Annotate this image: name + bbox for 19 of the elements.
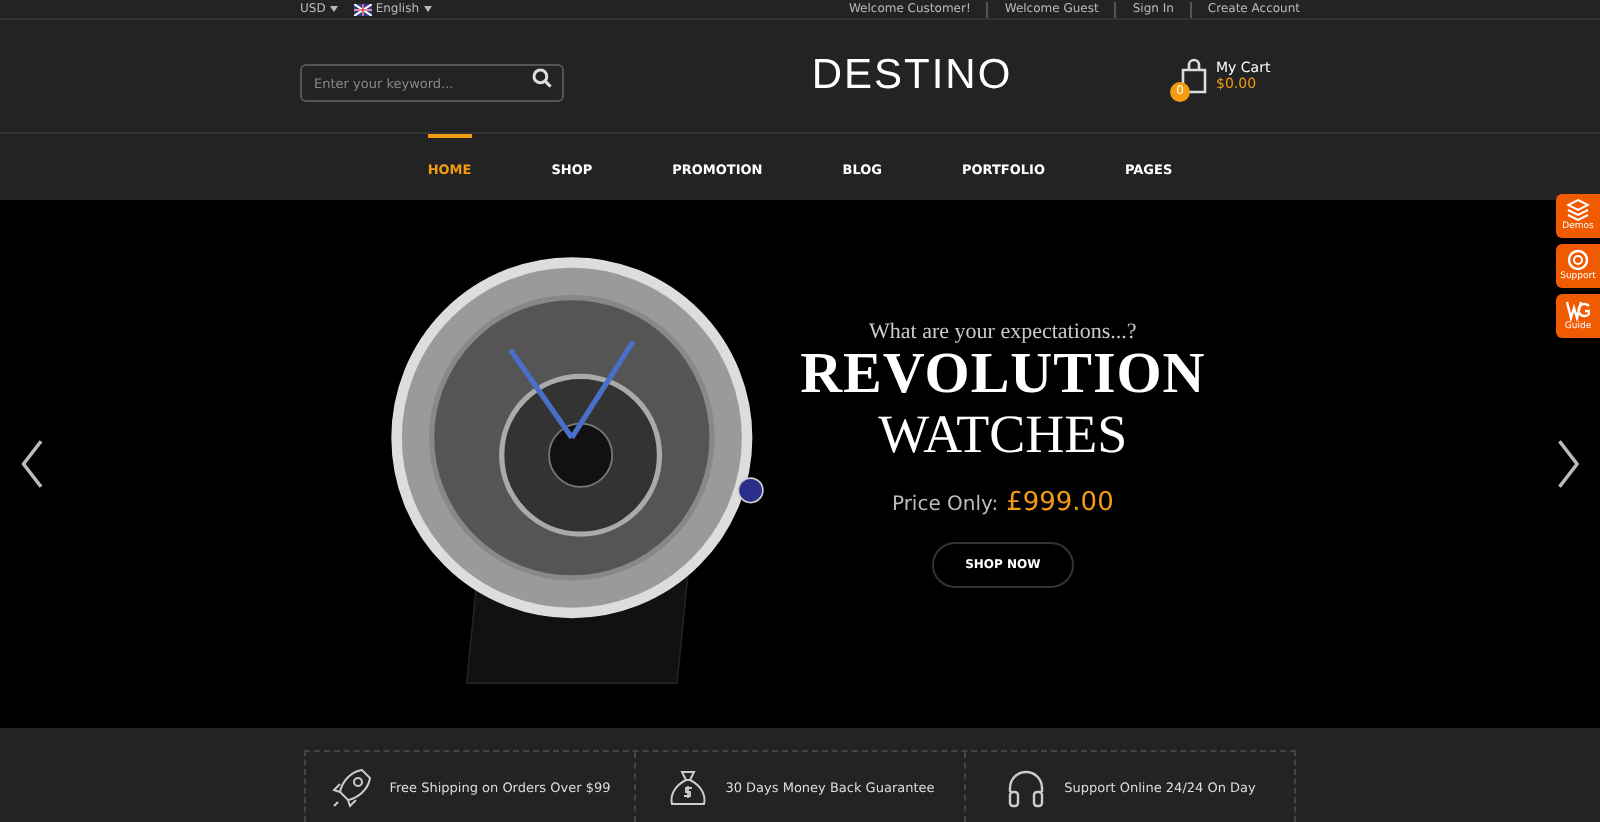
caret-icon <box>329 6 338 12</box>
wg-logo-icon <box>1566 298 1590 322</box>
price-label: Price Only: <box>891 494 999 516</box>
shopping-bag-icon <box>1180 58 1208 94</box>
layers-icon <box>1566 198 1590 222</box>
logo[interactable]: DESTINO <box>811 52 1013 100</box>
slide-subtitle: What are your expectations...? <box>869 320 1137 344</box>
flag-icon <box>353 3 372 15</box>
caret-icon <box>423 6 431 12</box>
lifebuoy-icon <box>1566 248 1590 272</box>
rocket-icon <box>329 765 374 809</box>
money-bag-icon <box>665 765 710 809</box>
price: £999.00 <box>1006 488 1114 518</box>
slide-title: WATCHES <box>878 404 1128 464</box>
search-icon[interactable] <box>532 67 552 87</box>
chevron-left-icon <box>20 436 45 492</box>
headphones-icon <box>1004 765 1049 809</box>
slide-title: REVOLUTION <box>800 344 1206 404</box>
chevron-right-icon <box>1555 436 1580 492</box>
